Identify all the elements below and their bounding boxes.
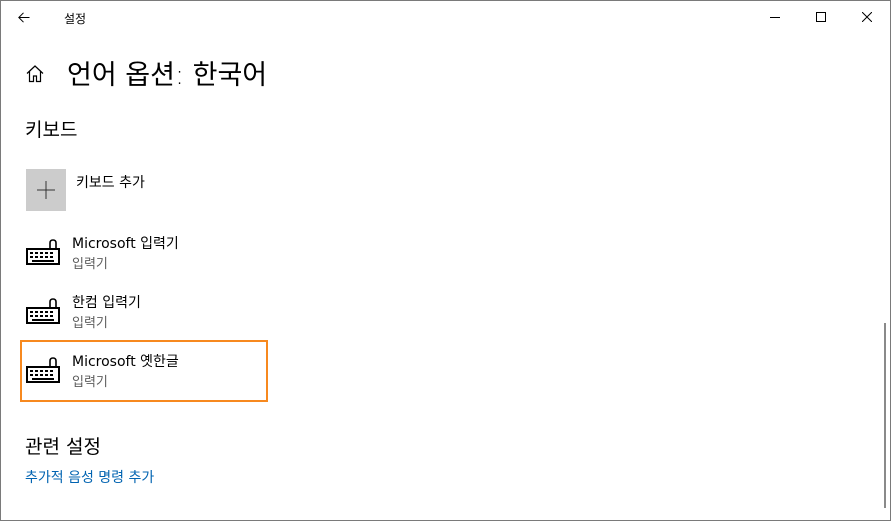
add-voice-commands-link[interactable]: 추가적 음성 명령 추가 (25, 467, 154, 487)
keyboard-icon (26, 357, 60, 383)
add-keyboard-tile (26, 169, 66, 211)
scrollbar[interactable] (884, 323, 886, 508)
maximize-button[interactable] (798, 1, 844, 34)
maximize-icon (816, 12, 826, 22)
related-settings-title: 관련 설정 (25, 436, 101, 458)
app-title: 설정 (64, 12, 87, 26)
title-bar: 설정 (1, 1, 890, 34)
settings-window: 설정 언어 옵션: 한국어 키보드 키보드 추가 Microsoft 입력기 입… (0, 0, 891, 521)
back-arrow-icon (18, 12, 30, 23)
keyboard-item-microsoft-old-hangul[interactable]: Microsoft 옛한글 입력기 (20, 340, 268, 402)
minimize-button[interactable] (752, 1, 798, 34)
home-icon[interactable] (25, 64, 45, 84)
keyboard-item-type: 입력기 (72, 375, 108, 390)
keyboard-item-microsoft-ime[interactable]: Microsoft 입력기 입력기 (20, 222, 268, 284)
close-icon (862, 12, 872, 22)
keyboard-item-name: 한컴 입력기 (72, 295, 141, 311)
keyboard-item-name: Microsoft 입력기 (72, 236, 179, 252)
add-keyboard-label: 키보드 추가 (76, 175, 145, 191)
back-button[interactable] (1, 1, 47, 34)
keyboard-icon (26, 239, 60, 265)
keyboard-item-hancom-ime[interactable]: 한컴 입력기 입력기 (20, 281, 268, 343)
keyboard-section-title: 키보드 (25, 119, 78, 141)
minimize-icon (770, 17, 780, 18)
keyboard-item-name: Microsoft 옛한글 (72, 354, 179, 370)
page-title: 언어 옵션: 한국어 (67, 60, 268, 91)
keyboard-item-type: 입력기 (72, 316, 108, 331)
close-button[interactable] (844, 1, 890, 34)
keyboard-icon (26, 298, 60, 324)
keyboard-item-type: 입력기 (72, 257, 108, 272)
add-keyboard-button[interactable]: 키보드 추가 (25, 169, 325, 213)
plus-icon (37, 181, 55, 199)
